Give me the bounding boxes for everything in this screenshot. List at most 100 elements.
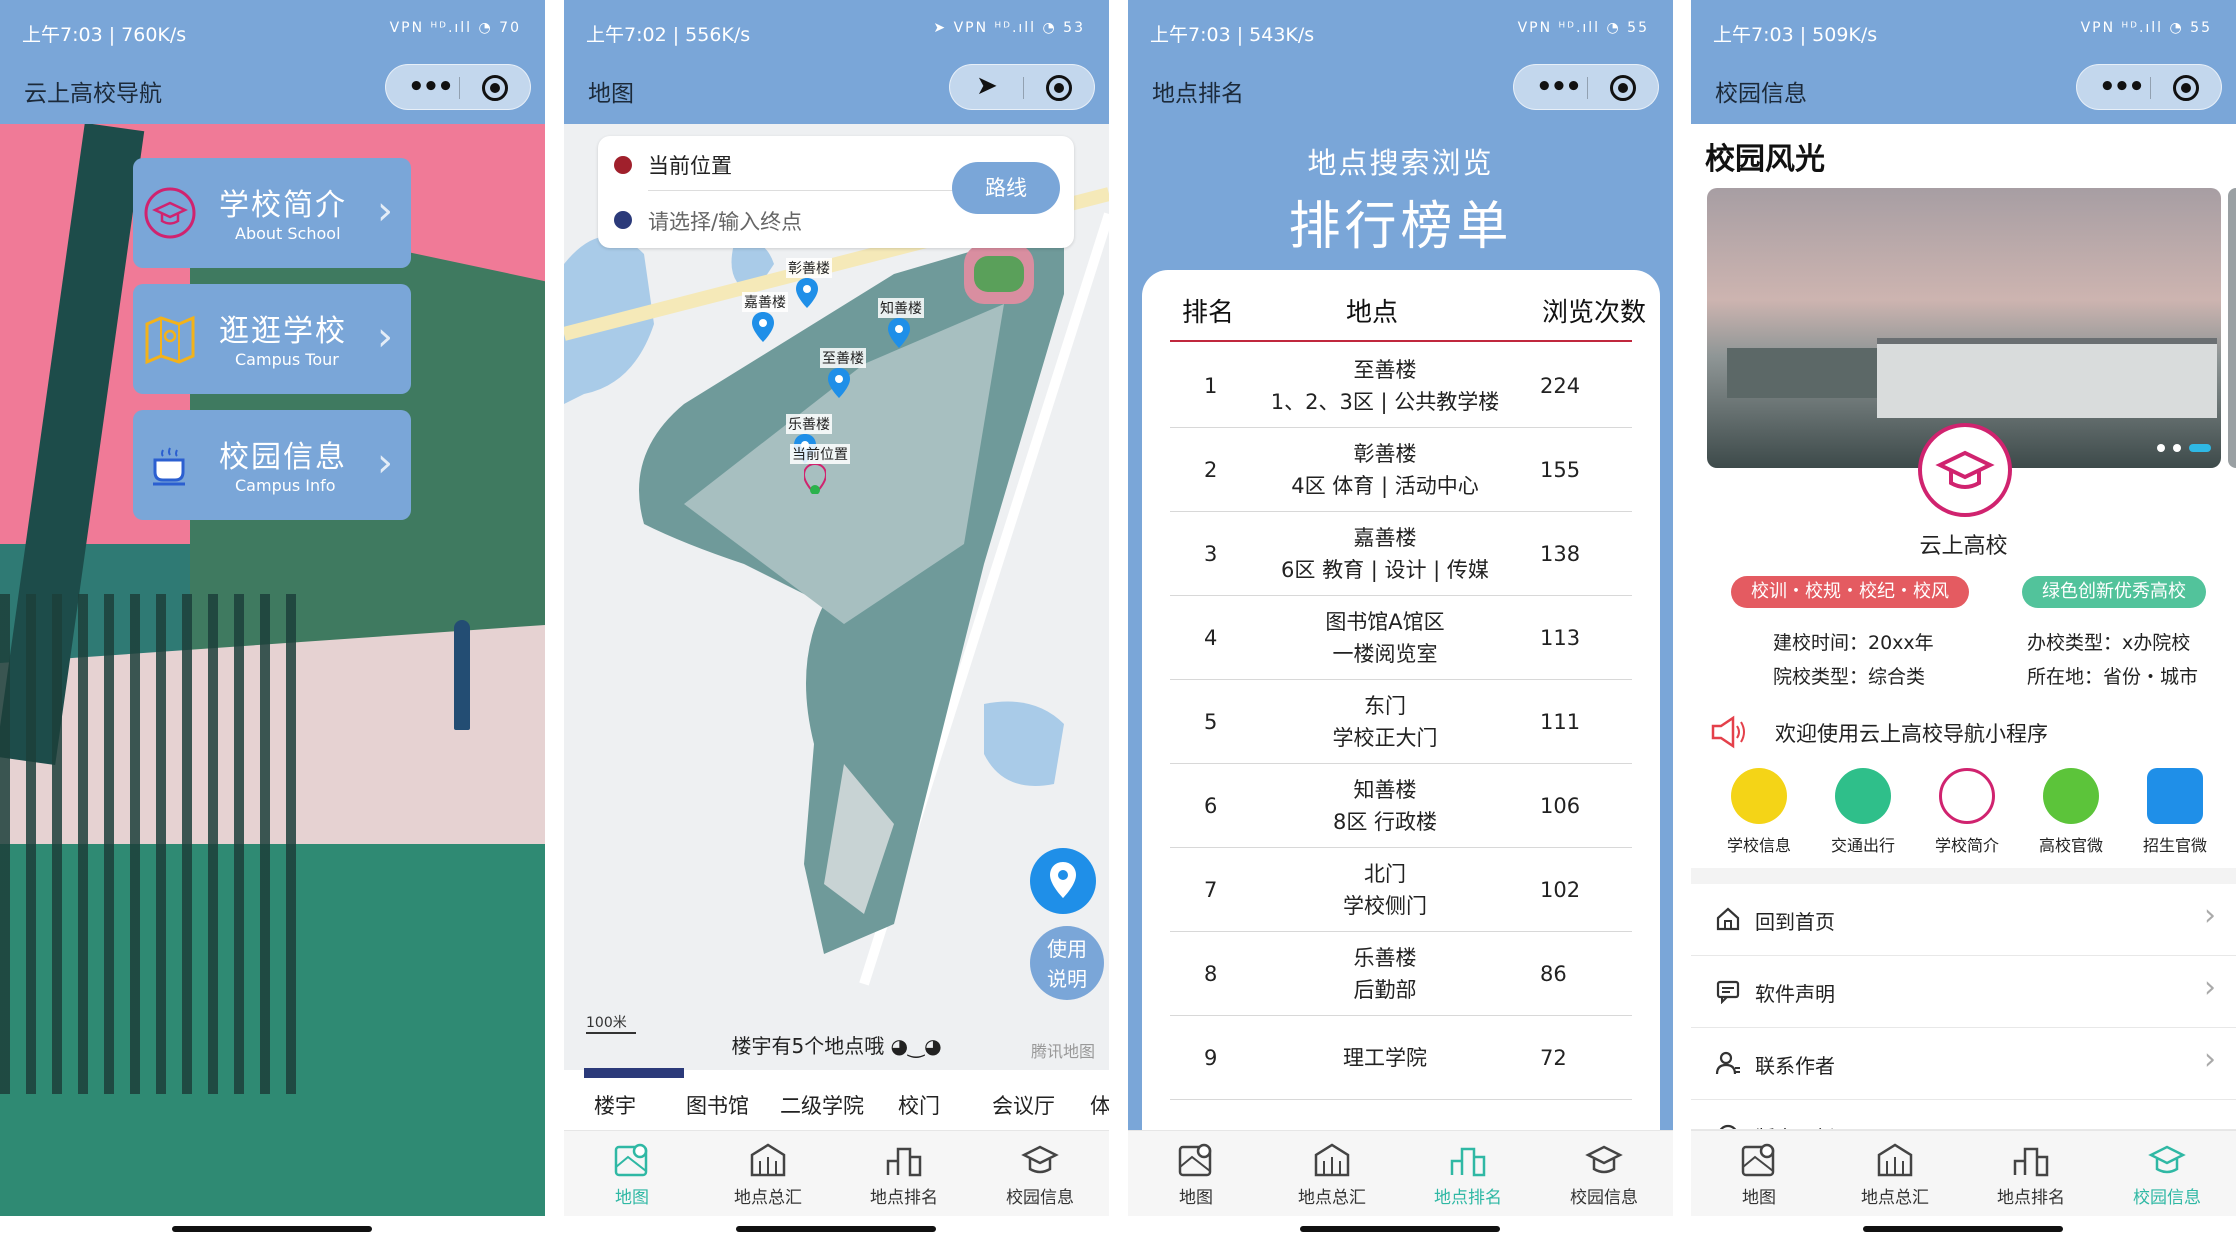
map-pin-icon[interactable] [796,278,818,308]
more-icon[interactable]: ••• [2099,72,2145,102]
more-icon[interactable]: ••• [1536,72,1582,102]
campus-map[interactable]: 当前位置 请选择/输入终点 路线 彰善楼 嘉善楼 知善楼 至善楼 乐善楼 当前位… [564,124,1109,1070]
close-miniapp-icon[interactable] [1046,75,1072,101]
menu-label: 逛逛学校 [219,314,347,349]
carousel-next-peek [2228,188,2236,468]
category-tab-gates[interactable]: 校门 [898,1090,940,1120]
table-row[interactable]: 4 图书馆A馆区 一楼阅览室 113 [1170,596,1632,680]
quick-school-intro[interactable]: 学校简介 [1915,768,2019,856]
category-tab-sports[interactable]: 体 [1090,1090,1109,1120]
pin-label: 知善楼 [878,298,924,318]
map-tab-icon [614,1143,648,1177]
graduation-cap-icon [1021,1145,1059,1174]
menu-campus-info[interactable]: 校园信息 Campus Info › [133,410,411,520]
destination-input[interactable]: 请选择/输入终点 [648,206,802,236]
close-miniapp-icon[interactable] [482,75,508,101]
miniapp-capsule: ••• [385,64,531,110]
menu-campus-tour[interactable]: 逛逛学校 Campus Tour › [133,284,411,394]
tab-locations[interactable]: 地点总汇 [708,1141,828,1208]
view-count: 106 [1540,794,1581,818]
home-indicator[interactable] [1300,1226,1500,1232]
status-bar: 上午7:02 | 556K/s ➤ VPN ᴴᴰ.ıll ◔ 53 [564,0,1109,62]
table-row[interactable]: 8 乐善楼 后勤部 86 [1170,932,1632,1016]
route-button[interactable]: 路线 [952,162,1060,214]
route-divider [648,190,968,191]
column-header-views: 浏览次数 [1542,298,1647,328]
location-name: 知善楼 [1353,778,1417,802]
map-pin-icon[interactable] [888,318,910,348]
carousel-indicator [2149,437,2211,456]
tab-map[interactable]: 地图 [572,1141,692,1208]
menu-statement[interactable]: 软件声明 › [1691,956,2236,1028]
podium-icon [2013,1147,2049,1177]
tab-campus-info[interactable]: 校园信息 [980,1141,1100,1208]
map-pin-icon[interactable] [752,312,774,342]
status-icons: VPN ᴴᴰ.ıll ◔ 55 [2080,20,2212,36]
menu-home[interactable]: 回到首页 › [1691,884,2236,956]
tab-ranking[interactable]: 地点排名 [1408,1141,1528,1208]
menu-version-update[interactable]: 版本更新 [1691,1100,2236,1130]
location-name: 至善楼 [1353,358,1417,382]
screen-campus-info: 上午7:03 | 509K/s VPN ᴴᴰ.ıll ◔ 55 校园信息 •••… [1691,0,2236,1240]
status-icons: VPN ᴴᴰ.ıll ◔ 70 [389,20,521,36]
table-row[interactable]: 7 北门 学校侧门 102 [1170,848,1632,932]
quick-transport[interactable]: 交通出行 [1811,768,1915,856]
usage-help-button[interactable]: 使用 说明 [1030,926,1104,1000]
tab-campus-info[interactable]: 校园信息 [2107,1141,2227,1208]
close-miniapp-icon[interactable] [2173,75,2199,101]
category-tab-colleges[interactable]: 二级学院 [780,1090,864,1120]
more-icon[interactable]: ••• [408,72,454,102]
tab-map[interactable]: 地图 [1136,1141,1256,1208]
table-row[interactable]: 9 理工学院 72 [1170,1016,1632,1100]
quick-label: 学校简介 [1934,836,1999,855]
table-row[interactable]: 5 东门 学校正大门 111 [1170,680,1632,764]
category-tab-library[interactable]: 图书馆 [686,1090,749,1120]
tab-ranking[interactable]: 地点排名 [844,1141,964,1208]
home-indicator[interactable] [736,1226,936,1232]
info-founded: 建校时间：20xx年 [1773,632,1934,654]
category-tab-halls[interactable]: 会议厅 [992,1090,1055,1120]
tab-locations[interactable]: 地点总汇 [1272,1141,1392,1208]
capsule-divider [1023,77,1024,99]
status-bar: 上午7:03 | 509K/s VPN ᴴᴰ.ıll ◔ 55 [1691,0,2236,62]
column-header-rank: 排名 [1182,298,1235,328]
tab-campus-info[interactable]: 校园信息 [1544,1141,1664,1208]
category-tab-buildings[interactable]: 楼宇 [584,1068,684,1120]
award-tag: 绿色创新优秀高校 [2022,576,2206,608]
map-pin-icon[interactable] [828,368,850,398]
motto-tag[interactable]: 校训・校规・校纪・校风 [1731,576,1969,608]
table-row[interactable]: 6 知善楼 8区 行政楼 106 [1170,764,1632,848]
home-indicator[interactable] [172,1226,372,1232]
menu-about-school[interactable]: 学校简介 About School › [133,158,411,268]
table-row[interactable]: 2 彰善楼 4区 体育 | 活动中心 155 [1170,428,1632,512]
quick-wechat-official[interactable]: 高校官微 [2019,768,2123,856]
table-row[interactable]: 1 至善楼 1、2、3区 | 公共教学楼 224 [1170,344,1632,428]
tab-bar: 地图 地点总汇 地点排名 校园信息 [1128,1130,1673,1216]
tab-map[interactable]: 地图 [1699,1141,1819,1208]
map-icon [145,315,195,365]
quick-admissions[interactable]: 招生官微 [2123,768,2227,856]
table-row[interactable]: 独秀家苑 [1170,1100,1632,1130]
quick-school-info[interactable]: 学校信息 [1707,768,1811,856]
close-miniapp-icon[interactable] [1610,75,1636,101]
start-location[interactable]: 当前位置 [648,150,732,180]
tab-ranking[interactable]: 地点排名 [1971,1141,2091,1208]
location-name: 图书馆A馆区 [1325,610,1445,634]
tab-locations[interactable]: 地点总汇 [1835,1141,1955,1208]
location-detail: 6区 教育 | 设计 | 传媒 [1281,558,1489,582]
status-bar: 上午7:03 | 543K/s VPN ᴴᴰ.ıll ◔ 55 [1128,0,1673,62]
location-arrow-icon[interactable]: ➤ [976,71,998,101]
notice-bar: 欢迎使用云上高校导航小程序 [1691,712,2236,752]
page-title: 地点排名 [1152,81,1244,107]
screen-home: 上午7:03 | 760K/s VPN ᴴᴰ.ıll ◔ 70 云上高校导航 •… [0,0,545,1240]
table-row[interactable]: 3 嘉善楼 6区 教育 | 设计 | 传媒 138 [1170,512,1632,596]
capsule-divider [1587,77,1588,99]
menu-contact-author[interactable]: 联系作者 › [1691,1028,2236,1100]
ranking-subtitle: 地点搜索浏览 [1307,146,1494,180]
menu-sublabel: Campus Info [235,476,336,495]
status-time: 上午7:02 | 556K/s [586,24,751,46]
locate-button[interactable] [1030,848,1096,914]
help-line-1: 使用 [1047,937,1087,961]
photo-building [1877,338,2217,418]
home-indicator[interactable] [1863,1226,2063,1232]
